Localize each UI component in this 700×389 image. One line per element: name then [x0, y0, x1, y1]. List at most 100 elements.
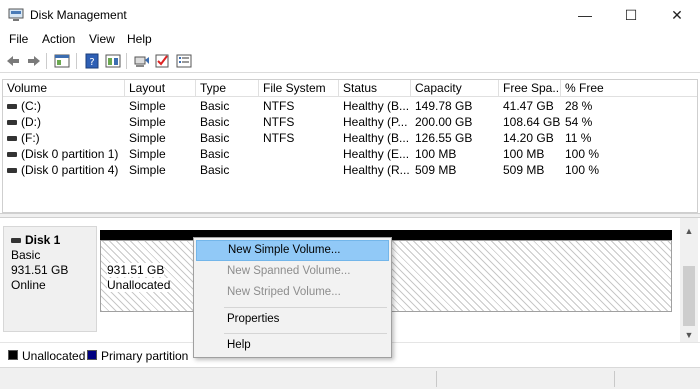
drive-icon: [7, 120, 17, 126]
file-system-cell: NTFS: [263, 131, 295, 145]
scrollbar-thumb[interactable]: [683, 266, 695, 326]
capacity-cell: 100 MB: [415, 147, 457, 161]
free-space-cell: 509 MB: [503, 163, 545, 177]
menu-item-new-simple-volume[interactable]: New Simple Volume...: [196, 240, 389, 261]
free-space-cell: 108.64 GB: [503, 115, 561, 129]
minimize-button[interactable]: —: [562, 0, 608, 30]
menu-item-new-striped-volume[interactable]: New Striped Volume...: [196, 282, 389, 303]
layout-cell: Simple: [129, 99, 166, 113]
menu-view[interactable]: View: [89, 32, 115, 46]
table-row[interactable]: (Disk 0 partition 1) Simple Basic Health…: [3, 146, 697, 162]
percent-free-cell: 100 %: [565, 163, 600, 177]
type-cell: Basic: [200, 115, 230, 129]
column-header-volume[interactable]: Volume: [3, 80, 125, 97]
properties-icon[interactable]: [104, 52, 122, 70]
disk-size: 931.51 GB: [11, 263, 69, 277]
table-row[interactable]: (Disk 0 partition 4) Simple Basic Health…: [3, 162, 697, 178]
status-bar-divider: [436, 371, 437, 387]
close-button[interactable]: ✕: [654, 0, 700, 30]
column-header-status[interactable]: Status: [339, 80, 411, 97]
vertical-scrollbar[interactable]: ▲ ▼: [680, 218, 698, 343]
layout-cell: Simple: [129, 163, 166, 177]
volume-cell: (Disk 0 partition 1): [3, 146, 125, 162]
percent-free-cell: 11 %: [565, 131, 592, 145]
back-arrow-icon[interactable]: [4, 52, 22, 70]
menu-bar: File Action View Help: [0, 30, 700, 49]
window-title: Disk Management: [30, 8, 127, 22]
status-cell: Healthy (B...: [343, 131, 410, 145]
disk-name: Disk 1: [11, 233, 60, 247]
check-icon[interactable]: [154, 52, 172, 70]
scroll-up-icon[interactable]: ▲: [680, 226, 698, 240]
capacity-cell: 200.00 GB: [415, 115, 473, 129]
disk-management-app-icon: [8, 8, 24, 21]
type-cell: Basic: [200, 147, 230, 161]
volume-cell: (D:): [3, 114, 125, 130]
menu-separator: [224, 333, 387, 334]
menu-item-properties[interactable]: Properties: [196, 309, 389, 330]
capacity-cell: 126.55 GB: [415, 131, 473, 145]
maximize-button[interactable]: ☐: [608, 0, 654, 30]
type-cell: Basic: [200, 131, 230, 145]
column-header-layout[interactable]: Layout: [125, 80, 196, 97]
scroll-down-icon[interactable]: ▼: [680, 330, 698, 342]
type-cell: Basic: [200, 99, 230, 113]
connect-icon[interactable]: [133, 52, 151, 70]
status-cell: Healthy (R...: [343, 163, 410, 177]
percent-free-cell: 28 %: [565, 99, 593, 113]
region-size: 931.51 GB: [107, 263, 165, 277]
column-header-free-space[interactable]: Free Spa...: [499, 80, 561, 97]
volume-cell: (F:): [3, 130, 125, 146]
disk-label-card[interactable]: Disk 1 Basic 931.51 GB Online: [3, 226, 97, 332]
drive-icon: [7, 152, 17, 158]
capacity-cell: 509 MB: [415, 163, 457, 177]
status-cell: Healthy (B...: [343, 99, 410, 113]
type-cell: Basic: [200, 163, 230, 177]
free-space-cell: 100 MB: [503, 147, 545, 161]
toolbar-separator: [76, 53, 77, 69]
legend-label-unallocated: Unallocated: [22, 349, 86, 363]
free-space-cell: 14.20 GB: [503, 131, 554, 145]
disk-type: Basic: [11, 248, 41, 262]
free-space-cell: 41.47 GB: [503, 99, 554, 113]
context-menu: New Simple Volume... New Spanned Volume.…: [193, 237, 392, 358]
layout-cell: Simple: [129, 131, 166, 145]
table-row[interactable]: (C:) Simple Basic NTFS Healthy (B... 149…: [3, 98, 697, 114]
file-system-cell: NTFS: [263, 99, 295, 113]
menu-action[interactable]: Action: [42, 32, 75, 46]
menu-file[interactable]: File: [9, 32, 28, 46]
menu-help[interactable]: Help: [127, 32, 152, 46]
legend-swatch-primary-partition: [87, 350, 97, 360]
column-header-type[interactable]: Type: [196, 80, 259, 97]
forward-arrow-icon[interactable]: [25, 52, 43, 70]
help-icon[interactable]: ?: [83, 52, 101, 70]
status-cell: Healthy (P...: [343, 115, 408, 129]
list-icon[interactable]: [175, 52, 193, 70]
menu-separator: [224, 307, 387, 308]
table-row[interactable]: (F:) Simple Basic NTFS Healthy (B... 126…: [3, 130, 697, 146]
column-header-file-system[interactable]: File System: [259, 80, 339, 97]
region-label: Unallocated: [107, 278, 171, 292]
drive-icon: [7, 168, 17, 174]
file-system-cell: [259, 162, 339, 178]
file-system-cell: NTFS: [263, 115, 295, 129]
status-bar: [0, 367, 700, 389]
percent-free-cell: 100 %: [565, 147, 600, 161]
layout-cell: Simple: [129, 115, 166, 129]
table-row[interactable]: (D:) Simple Basic NTFS Healthy (P... 200…: [3, 114, 697, 130]
volume-cell: (C:): [3, 98, 125, 114]
toolbar-separator: [46, 53, 47, 69]
menu-item-new-spanned-volume[interactable]: New Spanned Volume...: [196, 261, 389, 282]
layout-cell: Simple: [129, 147, 166, 161]
column-header-capacity[interactable]: Capacity: [411, 80, 499, 97]
show-hide-console-tree-icon[interactable]: [53, 52, 71, 70]
menu-item-help[interactable]: Help: [196, 335, 389, 356]
column-header-percent-free[interactable]: % Free: [561, 80, 697, 97]
svg-text:?: ?: [89, 57, 94, 68]
disk-icon: [11, 238, 21, 244]
file-system-cell: [259, 146, 339, 162]
legend-swatch-unallocated: [8, 350, 18, 360]
capacity-cell: 149.78 GB: [415, 99, 473, 113]
title-bar: Disk Management — ☐ ✕: [0, 0, 700, 30]
volume-list: Volume Layout Type File System Status Ca…: [2, 79, 698, 213]
